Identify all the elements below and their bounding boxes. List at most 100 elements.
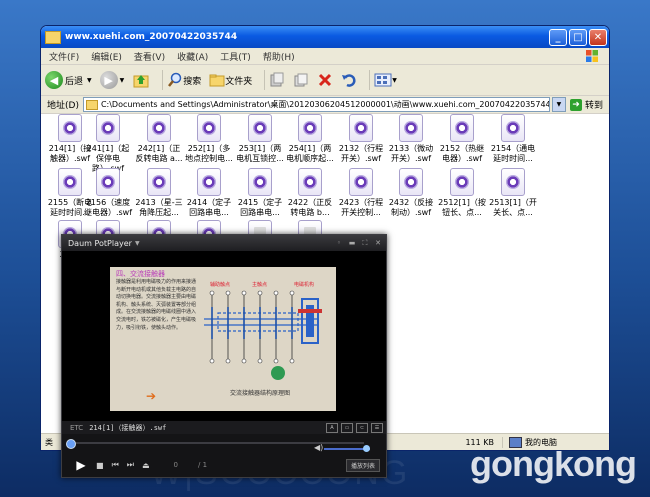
windows-logo-icon <box>586 50 598 62</box>
delete-button[interactable] <box>317 72 333 88</box>
move-to-button[interactable] <box>269 72 285 88</box>
forward-dropdown-icon[interactable]: ▼ <box>120 77 125 84</box>
contactor-diagram <box>204 290 322 380</box>
file-item[interactable]: 2152（热继电器）.swf <box>437 114 487 164</box>
next-icon[interactable]: ⏭ <box>127 460 134 470</box>
undo-button[interactable] <box>341 72 357 88</box>
address-dropdown-icon[interactable]: ▼ <box>551 97 566 112</box>
file-item[interactable]: 2423（行程开关控制... <box>336 168 386 218</box>
player-brand[interactable]: Daum PotPlayer <box>68 239 132 248</box>
file-item[interactable]: 2432（反接制动）.swf <box>386 168 436 218</box>
file-item[interactable]: 253[1]（两电机互锁控... <box>235 114 285 164</box>
slide-label-electromagnet: 电磁机构 <box>294 282 315 288</box>
speaker-icon[interactable]: ◀) <box>314 443 323 452</box>
flash-slide: 四、交流接触器 接触器是利用电磁吸力的作用来接通与断开电动机或其他负载主电路的自… <box>110 267 336 411</box>
file-item[interactable]: 2513[1]（开关长、点... <box>488 168 538 218</box>
time-total: / 1 <box>198 461 208 469</box>
file-item[interactable]: 2414（定子回路串电... <box>184 168 234 218</box>
file-name: 2156（速度继电器）.swf <box>83 198 133 217</box>
file-item[interactable]: 2133（微动开关）.swf <box>386 114 436 164</box>
forward-button[interactable]: ▶ ▼ <box>99 71 125 89</box>
file-name: 242[1]（正反转电路 a... <box>135 144 183 163</box>
player-close-button[interactable]: ✕ <box>373 238 383 248</box>
back-arrow-icon: ◀ <box>45 71 63 89</box>
stop-icon[interactable]: ■ <box>96 461 104 470</box>
now-playing-file: 214[1]（接触器）.swf <box>89 423 167 432</box>
player-fullscreen-button[interactable]: ⛶ <box>360 238 370 248</box>
folders-button[interactable]: 文件夹 <box>209 72 252 88</box>
slide-nav-arrow-icon[interactable]: ➔ <box>146 389 156 403</box>
player-info-bar: ETC 214[1]（接触器）.swf A ▭ ⊂ ☰ <box>62 421 386 434</box>
folders-label: 文件夹 <box>225 76 253 87</box>
player-minimize-button[interactable]: ▬ <box>347 238 357 248</box>
file-item[interactable]: 2422（正反转电路 b... <box>285 168 335 218</box>
slide-body-text: 接触器是利用电磁吸力的作用来接通与断开电动机或其他负载主电路的自动切换电器。交流… <box>116 279 197 331</box>
swf-file-icon <box>349 114 373 142</box>
folder-icon <box>45 30 61 44</box>
search-button[interactable]: 搜索 <box>167 72 201 88</box>
maximize-button[interactable]: □ <box>569 28 587 46</box>
back-dropdown-icon[interactable]: ▼ <box>87 77 92 84</box>
menu-bar: 文件(F) 编辑(E) 查看(V) 收藏(A) 工具(T) 帮助(H) <box>41 48 609 65</box>
file-name: 2512[1]（按钮长、点... <box>438 198 486 217</box>
menu-favorites[interactable]: 收藏(A) <box>177 50 208 63</box>
slide-title: 四、交流接触器 <box>116 270 165 278</box>
swf-file-icon <box>399 114 423 142</box>
address-input[interactable]: C:\Documents and Settings\Administrator\… <box>82 97 550 112</box>
close-button[interactable]: ✕ <box>589 28 607 46</box>
play-icon[interactable]: ▶ <box>72 457 90 473</box>
file-item[interactable]: 2154（通电延时时间... <box>488 114 538 164</box>
file-item[interactable]: 2413（星-三角降压起... <box>134 168 184 218</box>
undo-icon <box>342 74 356 87</box>
back-button[interactable]: ◀ 后退 ▼ <box>45 71 92 89</box>
file-item[interactable]: 2132（行程开关）.swf <box>336 114 386 164</box>
go-button[interactable]: ➜ 转到 <box>569 98 603 111</box>
views-button[interactable]: ▼ <box>374 73 397 87</box>
copy-to-button[interactable] <box>293 72 309 88</box>
minimize-button[interactable]: _ <box>549 28 567 46</box>
audio-info-button[interactable]: A <box>326 422 338 433</box>
file-name: 2154（通电延时时间... <box>490 144 536 163</box>
slide-label-main-contacts: 主触点 <box>252 282 268 288</box>
seek-handle[interactable] <box>66 439 76 449</box>
menu-file[interactable]: 文件(F) <box>49 50 79 63</box>
file-item[interactable]: 2512[1]（按钮长、点... <box>437 168 487 218</box>
swf-file-icon <box>96 114 120 142</box>
up-folder-button[interactable] <box>132 71 150 89</box>
previous-icon[interactable]: ⏮ <box>112 460 119 470</box>
file-item[interactable]: 2156（速度继电器）.swf <box>83 168 133 218</box>
pin-icon[interactable]: ◦ <box>334 238 344 248</box>
swf-file-icon <box>147 114 171 142</box>
file-item[interactable]: 2415（定子回路串电... <box>235 168 285 218</box>
delete-icon <box>319 73 332 87</box>
swf-file-icon <box>58 114 82 142</box>
video-area[interactable]: 四、交流接触器 接触器是利用电磁吸力的作用来接通与断开电动机或其他负载主电路的自… <box>62 251 386 421</box>
volume-handle[interactable] <box>363 445 371 452</box>
menu-tools[interactable]: 工具(T) <box>220 50 251 63</box>
video-info-button[interactable]: ▭ <box>341 422 353 433</box>
subtitle-button[interactable]: ⊂ <box>356 422 368 433</box>
copy-to-icon <box>294 73 308 87</box>
file-item[interactable]: 254[1]（两电机顺序起... <box>285 114 335 164</box>
settings-button[interactable]: ☰ <box>371 422 383 433</box>
swf-file-icon <box>399 168 423 196</box>
file-item[interactable]: 242[1]（正反转电路 a... <box>134 114 184 164</box>
file-item[interactable]: 241[1]（起保停电路）.swf <box>83 114 133 174</box>
swf-file-icon <box>248 168 272 196</box>
eject-icon[interactable]: ⏏ <box>142 461 150 470</box>
folders-icon <box>209 74 225 87</box>
file-item[interactable]: 252[1]（多地点控制电... <box>184 114 234 164</box>
menu-help[interactable]: 帮助(H) <box>263 50 295 63</box>
playlist-button[interactable]: 播放列表 <box>345 459 380 472</box>
explorer-titlebar[interactable]: www.xuehi.com_20070422035744 _ □ ✕ <box>41 26 609 48</box>
swf-file-icon <box>96 168 120 196</box>
menu-view[interactable]: 查看(V) <box>134 50 165 63</box>
swf-file-icon <box>298 168 322 196</box>
player-menu-dropdown-icon[interactable]: ▼ <box>135 240 140 247</box>
volume-control[interactable]: ◀) <box>314 443 371 452</box>
menu-edit[interactable]: 编辑(E) <box>91 50 122 63</box>
player-titlebar[interactable]: Daum PotPlayer ▼ ◦ ▬ ⛶ ✕ <box>62 235 386 251</box>
swf-file-icon <box>501 114 525 142</box>
status-location: 我的电脑 <box>502 436 609 448</box>
swf-file-icon <box>501 168 525 196</box>
